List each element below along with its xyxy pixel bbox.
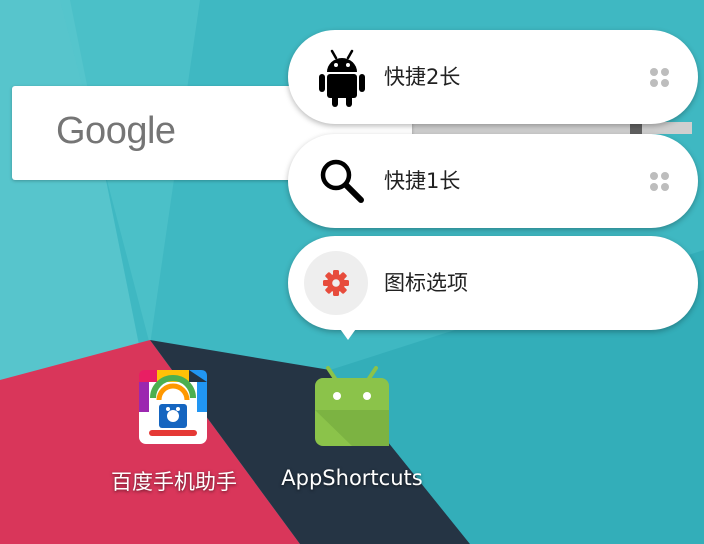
shortcut-label: 快捷1长	[384, 169, 461, 193]
shortcut-item-1[interactable]: 快捷2长	[288, 30, 698, 124]
app-info-label: 图标选项	[384, 271, 468, 295]
search-icon	[320, 159, 364, 203]
android-icon	[319, 49, 365, 107]
app-label: 百度手机助手	[111, 470, 237, 494]
drag-handle-icon[interactable]	[650, 172, 670, 192]
app-baidu-assistant[interactable]: 百度手机助手	[90, 362, 258, 502]
app-info-item[interactable]: 图标选项	[288, 236, 698, 330]
gear-icon	[323, 270, 349, 296]
popup-arrow	[338, 326, 358, 340]
android-app-icon	[315, 366, 389, 446]
shortcut-item-2[interactable]: 快捷1长	[288, 134, 698, 228]
baidu-app-store-icon	[139, 370, 207, 444]
app-appshortcuts[interactable]: AppShortcuts	[272, 362, 432, 502]
google-logo: Google	[56, 110, 176, 152]
app-label: AppShortcuts	[281, 466, 423, 490]
search-bar-edge-end	[630, 124, 642, 134]
drag-handle-icon[interactable]	[650, 68, 670, 88]
shortcut-label: 快捷2长	[384, 65, 461, 89]
gear-icon-background	[304, 251, 368, 315]
